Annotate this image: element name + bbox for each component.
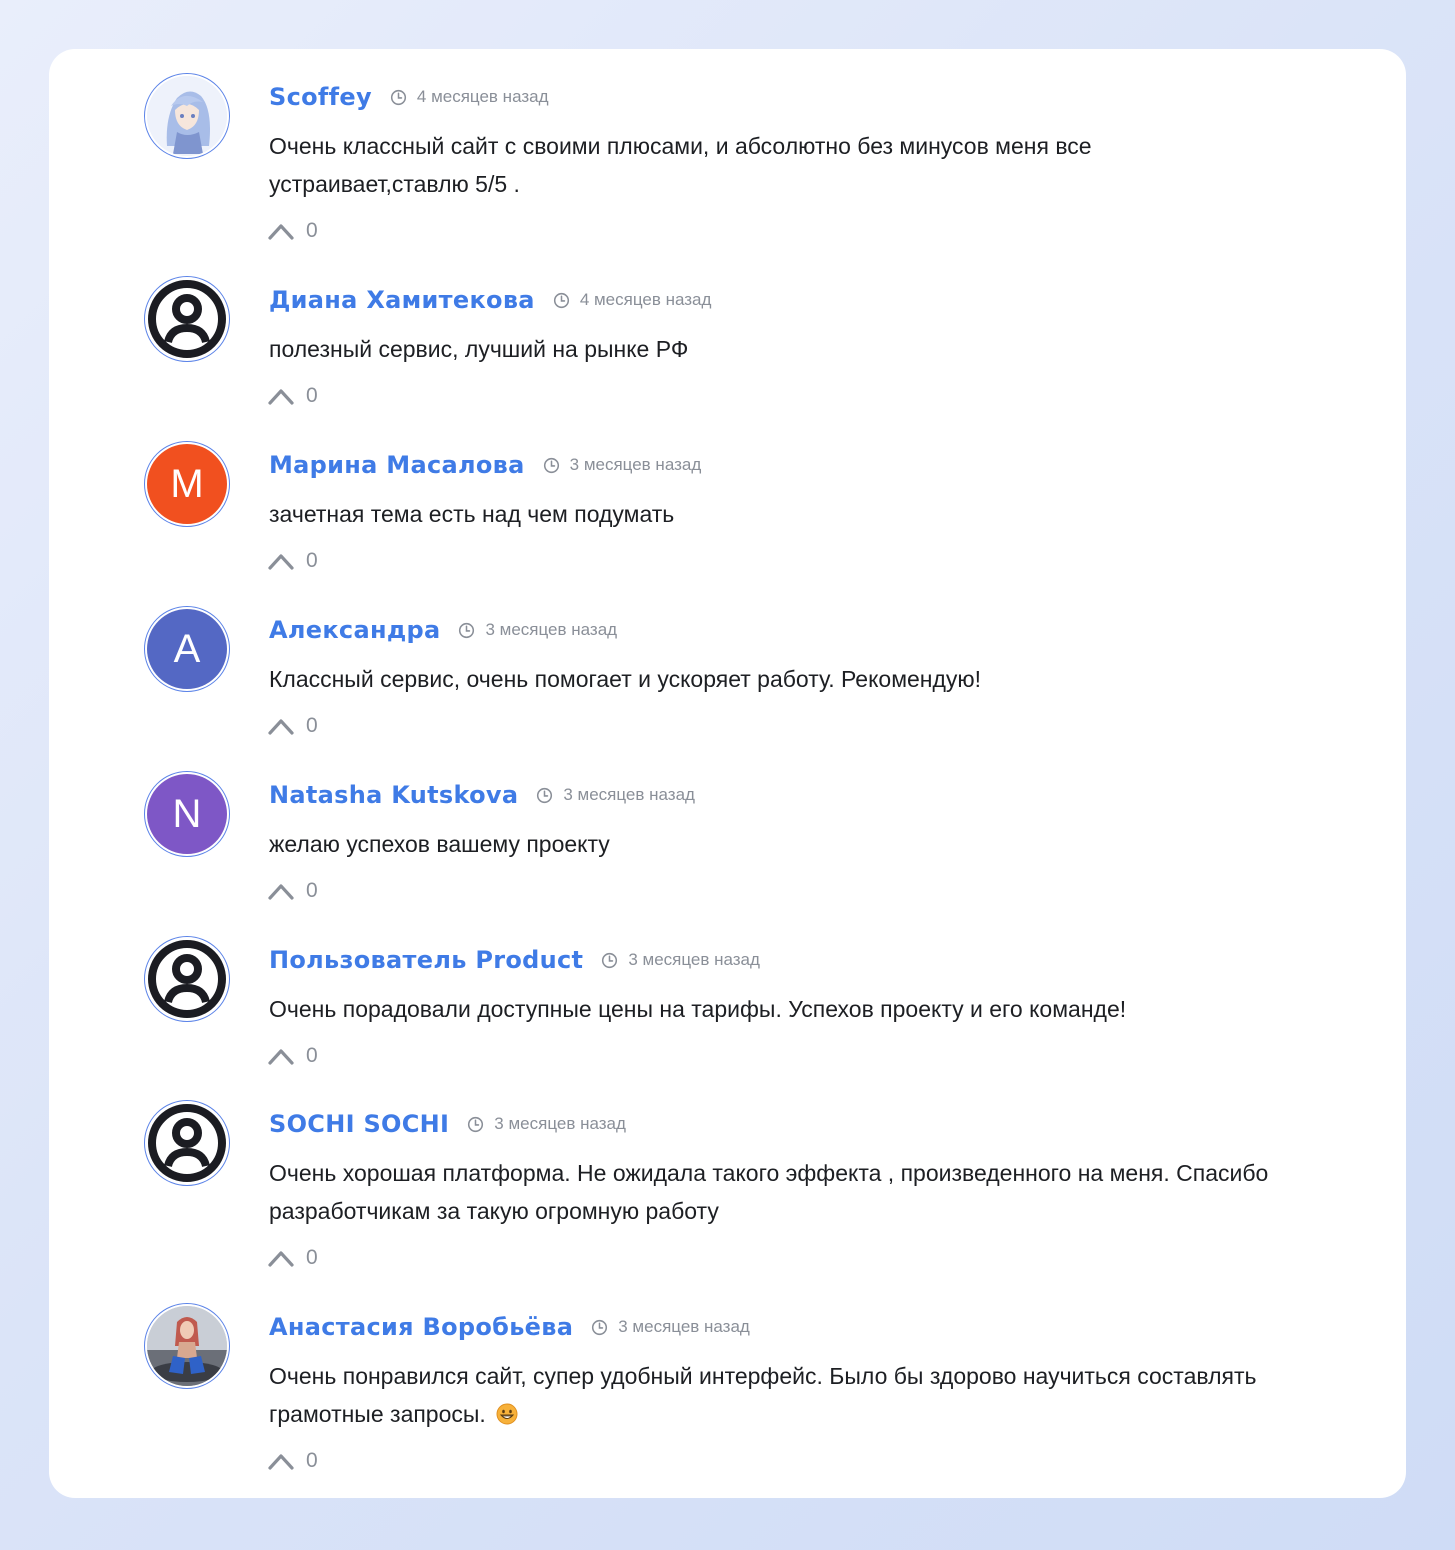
- upvote-button[interactable]: 0: [268, 879, 318, 903]
- upvote-button[interactable]: 0: [268, 1449, 318, 1473]
- author-name[interactable]: Пользователь Product: [269, 946, 583, 974]
- comments-card: Scoffey 4 месяцев назад Очень классный с…: [49, 49, 1406, 1498]
- chevron-up-icon: [268, 719, 294, 735]
- comment-text: Очень понравился сайт, супер удобный инт…: [269, 1357, 1279, 1433]
- comment-time: 3 месяцев назад: [467, 1114, 626, 1134]
- comment-time: 3 месяцев назад: [458, 620, 617, 640]
- author-name[interactable]: Natasha Kutskova: [269, 781, 518, 809]
- clock-icon: [543, 457, 559, 473]
- chevron-up-icon: [268, 389, 294, 405]
- time-label: 3 месяцев назад: [628, 950, 760, 969]
- comment-text: зачетная тема есть над чем подумать: [269, 501, 675, 527]
- author-name[interactable]: Анастасия Воробьёва: [269, 1313, 573, 1341]
- chevron-up-icon: [268, 554, 294, 570]
- avatar[interactable]: [144, 73, 230, 159]
- chevron-up-icon: [268, 1049, 294, 1065]
- avatar-letter: N: [172, 791, 202, 836]
- vote-count: 0: [306, 384, 318, 407]
- author-name[interactable]: Диана Хамитекова: [269, 286, 535, 314]
- user-icon: [148, 280, 226, 358]
- vote-count: 0: [306, 1044, 318, 1067]
- avatar[interactable]: [144, 1100, 230, 1186]
- upvote-button[interactable]: 0: [268, 219, 318, 243]
- upvote-button[interactable]: 0: [268, 714, 318, 738]
- upvote-button[interactable]: 0: [268, 549, 318, 573]
- comment-time: 4 месяцев назад: [553, 290, 712, 310]
- vote-count: 0: [306, 549, 318, 572]
- photo-avatar-image: [147, 1306, 227, 1386]
- author-name[interactable]: Scoffey: [269, 83, 372, 111]
- vote-count: 0: [306, 1246, 318, 1269]
- upvote-button[interactable]: 0: [268, 1044, 318, 1068]
- avatar-letter: M: [170, 461, 204, 506]
- clock-icon: [468, 1116, 484, 1132]
- avatar[interactable]: [144, 276, 230, 362]
- author-name[interactable]: Александра: [269, 616, 440, 644]
- comment-text: Очень порадовали доступные цены на тариф…: [269, 996, 1127, 1022]
- comment-text: полезный сервис, лучший на рынке РФ: [269, 336, 689, 362]
- comment-meta: Анастасия Воробьёва 3 месяцев назад: [269, 1311, 750, 1343]
- user-icon: [148, 1104, 226, 1182]
- chevron-up-icon: [268, 1251, 294, 1267]
- comment-text: Очень классный сайт с своими плюсами, и …: [269, 133, 1092, 197]
- anime-avatar-image: [147, 76, 227, 156]
- author-name[interactable]: SOCHI SOCHI: [269, 1110, 449, 1138]
- vote-count: 0: [306, 879, 318, 902]
- comment-text-content: Очень понравился сайт, супер удобный инт…: [269, 1363, 1257, 1427]
- vote-count: 0: [306, 219, 318, 242]
- comment-meta: SOCHI SOCHI 3 месяцев назад: [269, 1108, 626, 1140]
- comment-time: 3 месяцев назад: [591, 1317, 750, 1337]
- time-label: 4 месяцев назад: [579, 290, 712, 309]
- time-label: 3 месяцев назад: [485, 620, 618, 639]
- clock-icon: [592, 1319, 608, 1335]
- avatar[interactable]: M: [144, 441, 230, 527]
- clock-icon: [390, 89, 406, 105]
- avatar[interactable]: [144, 936, 230, 1022]
- clock-icon: [553, 292, 569, 308]
- comment-meta: Александра 3 месяцев назад: [269, 614, 617, 646]
- chevron-up-icon: [268, 1454, 294, 1470]
- avatar[interactable]: A: [144, 606, 230, 692]
- comment-text: желаю успехов вашему проекту: [269, 831, 610, 857]
- comment-time: 4 месяцев назад: [390, 87, 549, 107]
- vote-count: 0: [306, 714, 318, 737]
- comment-time: 3 месяцев назад: [536, 785, 695, 805]
- comment-meta: Scoffey 4 месяцев назад: [269, 81, 549, 113]
- avatar[interactable]: [144, 1303, 230, 1389]
- letter-avatar: N: [147, 774, 227, 854]
- comment-time: 3 месяцев назад: [543, 455, 702, 475]
- upvote-button[interactable]: 0: [268, 1246, 318, 1270]
- chevron-up-icon: [268, 224, 294, 240]
- time-label: 3 месяцев назад: [494, 1114, 626, 1133]
- time-label: 3 месяцев назад: [618, 1317, 750, 1336]
- comment-meta: Пользователь Product 3 месяцев назад: [269, 944, 760, 976]
- avatar[interactable]: N: [144, 771, 230, 857]
- avatar-letter: A: [173, 626, 201, 671]
- clock-icon: [602, 952, 618, 968]
- time-label: 4 месяцев назад: [416, 87, 549, 106]
- comment-time: 3 месяцев назад: [601, 950, 760, 970]
- vote-count: 0: [306, 1449, 318, 1472]
- comment-meta: Диана Хамитекова 4 месяцев назад: [269, 284, 711, 316]
- clock-icon: [537, 787, 553, 803]
- user-icon: [148, 940, 226, 1018]
- letter-avatar: M: [147, 444, 227, 524]
- comment-text: Очень хорошая платформа. Не ожидала тако…: [269, 1160, 1269, 1224]
- chevron-up-icon: [268, 884, 294, 900]
- time-label: 3 месяцев назад: [563, 785, 695, 804]
- comment-meta: Natasha Kutskova 3 месяцев назад: [269, 779, 695, 811]
- clock-icon: [459, 622, 475, 638]
- upvote-button[interactable]: 0: [268, 384, 318, 408]
- time-label: 3 месяцев назад: [569, 455, 702, 474]
- author-name[interactable]: Марина Масалова: [269, 451, 525, 479]
- comment-text: Классный сервис, очень помогает и ускоря…: [269, 666, 982, 692]
- grinning-face-emoji: [496, 1403, 518, 1425]
- letter-avatar: A: [147, 609, 227, 689]
- comment-meta: Марина Масалова 3 месяцев назад: [269, 449, 701, 481]
